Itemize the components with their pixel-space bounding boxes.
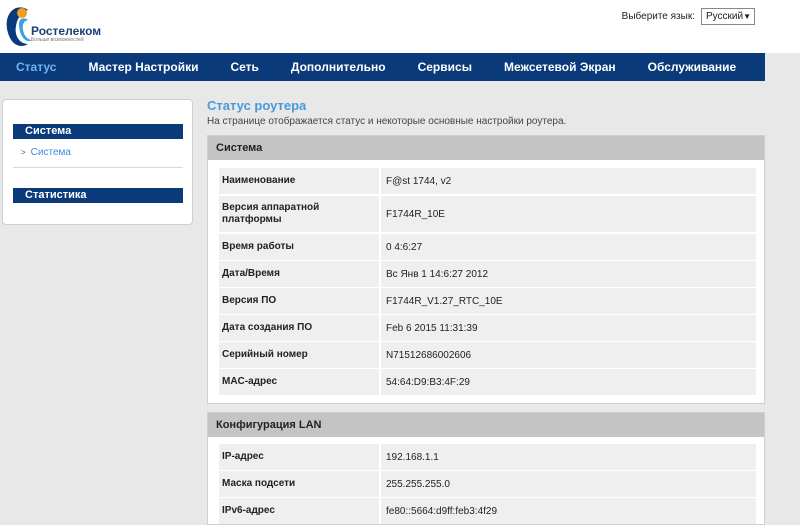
- row-value: fe80::5664:d9ff:feb3:4f29: [379, 498, 756, 524]
- row-label: Серийный номер: [222, 349, 308, 360]
- language-picker: Выберите язык: Русский ▼: [622, 8, 755, 25]
- nav-maintenance[interactable]: Обслуживание: [632, 53, 753, 81]
- row-value: F1744R_V1.27_RTC_10E: [379, 288, 756, 314]
- sidebar-section-system[interactable]: Система: [13, 124, 183, 139]
- language-selected: Русский: [706, 11, 744, 22]
- table-row: Время работы 0 4:6:27: [219, 234, 756, 260]
- dropdown-arrow-icon: ▼: [743, 12, 752, 21]
- nav-status[interactable]: Статус: [0, 53, 72, 81]
- table-row: IP-адрес 192.168.1.1: [219, 444, 756, 470]
- sidebar-item-system[interactable]: > Система: [21, 147, 71, 158]
- nav-firewall[interactable]: Межсетевой Экран: [488, 53, 632, 81]
- row-label: IP-адрес: [222, 451, 264, 462]
- row-label: Время работы: [222, 241, 294, 252]
- table-row: MAC-адрес 54:64:D9:B3:4F:29: [219, 369, 756, 395]
- row-label: MAC-адрес: [222, 376, 278, 387]
- page-subtitle: На странице отображается статус и некото…: [207, 116, 567, 127]
- row-label: Дата создания ПО: [222, 322, 313, 333]
- row-value: 192.168.1.1: [379, 444, 756, 470]
- row-value: 54:64:D9:B3:4F:29: [379, 369, 756, 395]
- brand-tagline: Больше возможностей: [31, 37, 84, 43]
- sidebar-section-statistics[interactable]: Статистика: [13, 188, 183, 203]
- row-value: Feb 6 2015 11:31:39: [379, 315, 756, 341]
- row-value: N71512686002606: [379, 342, 756, 368]
- nav-setup-wizard[interactable]: Мастер Настройки: [72, 53, 214, 81]
- row-label: Дата/Время: [222, 268, 280, 279]
- language-select[interactable]: Русский ▼: [701, 8, 755, 25]
- table-row: Дата/Время Вс Янв 1 14:6:27 2012: [219, 261, 756, 287]
- row-label: Наименование: [222, 175, 296, 186]
- table-row: Серийный номер N71512686002606: [219, 342, 756, 368]
- row-value: Вс Янв 1 14:6:27 2012: [379, 261, 756, 287]
- row-value: 0 4:6:27: [379, 234, 756, 260]
- system-panel: Система Наименование F@st 1744, v2 Версия…: [207, 135, 765, 404]
- row-value: 255.255.255.0: [379, 471, 756, 497]
- header: Ростелеком Больше возможностей Выберите …: [0, 0, 800, 53]
- lan-panel: Конфигурация LAN IP-адрес 192.168.1.1 Мас…: [207, 412, 765, 525]
- table-row: Версия ПО F1744R_V1.27_RTC_10E: [219, 288, 756, 314]
- table-row: IPv6-адрес fe80::5664:d9ff:feb3:4f29: [219, 498, 756, 524]
- table-row: Дата создания ПО Feb 6 2015 11:31:39: [219, 315, 756, 341]
- system-panel-title: Система: [208, 136, 764, 160]
- language-label: Выберите язык:: [621, 11, 695, 22]
- table-row: Маска подсети 255.255.255.0: [219, 471, 756, 497]
- arrow-right-icon: >: [21, 148, 26, 157]
- row-label: Версия ПО: [222, 295, 277, 306]
- main-nav: Статус Мастер Настройки Сеть Дополнитель…: [0, 53, 765, 81]
- page-title: Статус роутера: [207, 98, 307, 113]
- row-value: F1744R_10E: [379, 196, 756, 232]
- table-row: Версия аппаратной платформы F1744R_10E: [219, 196, 756, 232]
- sidebar-divider: [13, 167, 183, 168]
- sidebar: Система > Система Статистика: [2, 99, 193, 225]
- table-row: Наименование F@st 1744, v2: [219, 168, 756, 194]
- lan-panel-title: Конфигурация LAN: [208, 413, 764, 437]
- nav-services[interactable]: Сервисы: [402, 53, 488, 81]
- row-value: F@st 1744, v2: [379, 168, 756, 194]
- nav-network[interactable]: Сеть: [214, 53, 274, 81]
- nav-advanced[interactable]: Дополнительно: [275, 53, 402, 81]
- brand-name: Ростелеком: [31, 24, 102, 38]
- row-label: Версия аппаратной платформы: [222, 202, 320, 225]
- sidebar-item-label: Система: [30, 147, 71, 158]
- row-label: IPv6-адрес: [222, 505, 275, 516]
- row-label: Маска подсети: [222, 478, 296, 489]
